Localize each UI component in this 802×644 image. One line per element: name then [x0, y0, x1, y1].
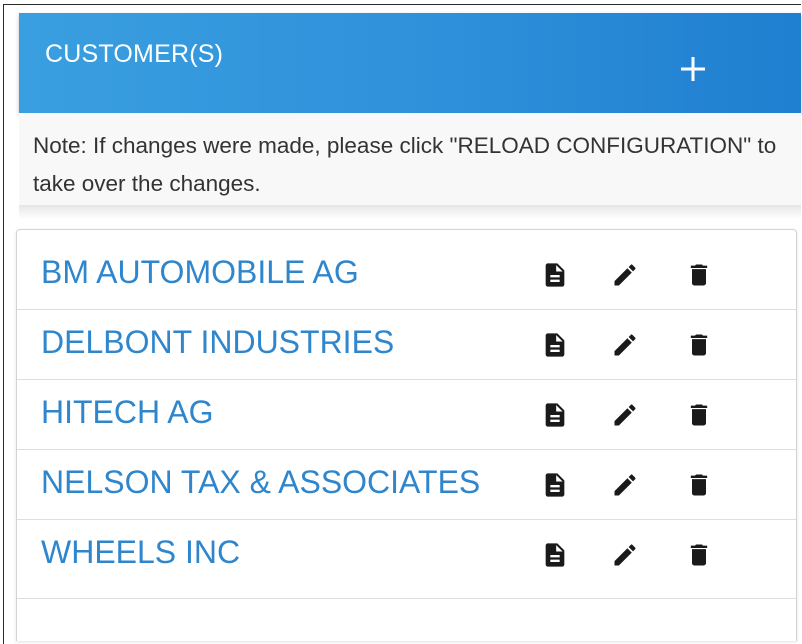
delete-button[interactable] [685, 541, 713, 569]
document-icon [545, 263, 565, 287]
view-document-button[interactable] [541, 541, 569, 569]
list-item: WHEELS INC [17, 520, 796, 599]
customer-link[interactable]: WHEELS INC [41, 534, 240, 571]
view-document-button[interactable] [541, 331, 569, 359]
document-icon [545, 543, 565, 567]
document-icon [545, 333, 565, 357]
customer-link[interactable]: BM AUTOMOBILE AG [41, 254, 359, 291]
edit-button[interactable] [611, 261, 639, 289]
delete-button[interactable] [685, 471, 713, 499]
plus-icon [681, 57, 705, 81]
add-customer-button[interactable] [671, 47, 715, 91]
document-icon [545, 403, 565, 427]
reload-note: Note: If changes were made, please click… [19, 113, 801, 205]
view-document-button[interactable] [541, 261, 569, 289]
view-document-button[interactable] [541, 471, 569, 499]
view-document-button[interactable] [541, 401, 569, 429]
list-item: HITECH AG [17, 380, 796, 450]
list-item: DELBONT INDUSTRIES [17, 310, 796, 380]
edit-button[interactable] [611, 471, 639, 499]
pencil-icon [614, 264, 636, 286]
pencil-icon [614, 334, 636, 356]
trash-icon [690, 474, 708, 496]
trash-icon [690, 334, 708, 356]
trash-icon [690, 404, 708, 426]
pencil-icon [614, 404, 636, 426]
document-icon [545, 473, 565, 497]
delete-button[interactable] [685, 331, 713, 359]
customer-link[interactable]: NELSON TAX & ASSOCIATES [41, 464, 480, 501]
delete-button[interactable] [685, 401, 713, 429]
trash-icon [690, 544, 708, 566]
edit-button[interactable] [611, 541, 639, 569]
edit-button[interactable] [611, 401, 639, 429]
delete-button[interactable] [685, 261, 713, 289]
edit-button[interactable] [611, 331, 639, 359]
customer-list: BM AUTOMOBILE AG DELBONT INDUSTRIES HITE… [16, 229, 797, 641]
trash-icon [690, 264, 708, 286]
customer-link[interactable]: DELBONT INDUSTRIES [41, 324, 394, 361]
list-item: NELSON TAX & ASSOCIATES [17, 450, 796, 520]
customer-link[interactable]: HITECH AG [41, 394, 213, 431]
list-item: BM AUTOMOBILE AG [17, 240, 796, 310]
list-empty-row [17, 599, 796, 642]
pencil-icon [614, 544, 636, 566]
pencil-icon [614, 474, 636, 496]
customers-header: CUSTOMER(S) [19, 13, 801, 113]
header-title: CUSTOMER(S) [45, 40, 224, 68]
note-divider-shadow [19, 205, 801, 219]
